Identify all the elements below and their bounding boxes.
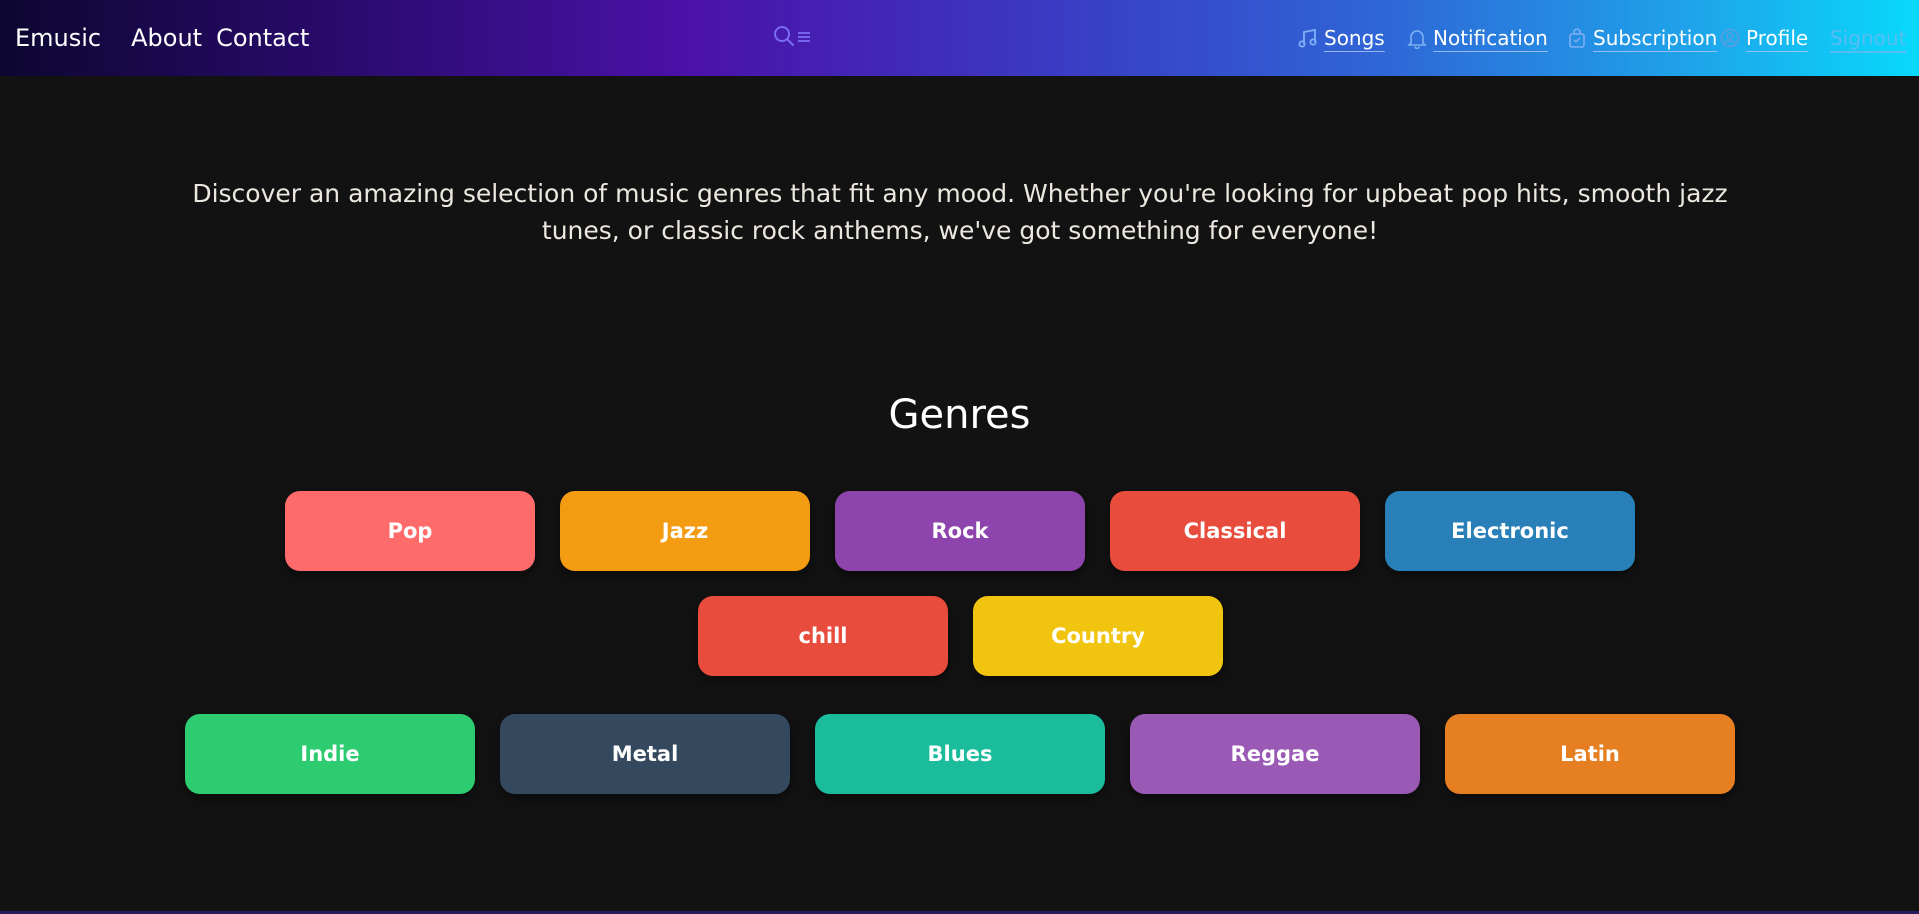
- genre-button-reggae[interactable]: Reggae: [1130, 714, 1420, 794]
- nav-left: Emusic About Contact: [15, 0, 323, 76]
- genre-row-2: chill Country: [0, 596, 1919, 676]
- genre-button-pop[interactable]: Pop: [285, 491, 535, 571]
- genre-button-chill[interactable]: chill: [698, 596, 948, 676]
- genre-button-blues[interactable]: Blues: [815, 714, 1105, 794]
- music-note-icon: [1298, 27, 1318, 49]
- user-circle-icon: [1720, 27, 1740, 49]
- search-menu-toggle[interactable]: [773, 26, 813, 50]
- nav-link-contact[interactable]: Contact: [216, 24, 309, 52]
- nav-profile-label[interactable]: Profile: [1746, 26, 1808, 50]
- search-icon[interactable]: [773, 25, 795, 51]
- genre-button-electronic[interactable]: Electronic: [1385, 491, 1635, 571]
- bell-icon: [1407, 27, 1427, 49]
- genre-button-metal[interactable]: Metal: [500, 714, 790, 794]
- nav-songs-label[interactable]: Songs: [1324, 26, 1385, 50]
- nav-subscription-label[interactable]: Subscription: [1593, 26, 1717, 50]
- nav-link-about[interactable]: About: [131, 24, 202, 52]
- genre-row-1: Pop Jazz Rock Classical Electronic: [0, 491, 1919, 571]
- nav-subscription[interactable]: Subscription: [1567, 0, 1717, 76]
- genre-button-indie[interactable]: Indie: [185, 714, 475, 794]
- brand-logo[interactable]: Emusic: [15, 24, 101, 52]
- genre-row-3: Indie Metal Blues Reggae Latin: [0, 714, 1919, 794]
- top-navbar: Emusic About Contact Songs Notification …: [0, 0, 1919, 76]
- nav-notification-label[interactable]: Notification: [1433, 26, 1548, 50]
- genre-button-jazz[interactable]: Jazz: [560, 491, 810, 571]
- bag-icon: [1567, 27, 1587, 49]
- signout-link[interactable]: Signout: [1830, 0, 1906, 76]
- genre-button-country[interactable]: Country: [973, 596, 1223, 676]
- nav-notification[interactable]: Notification: [1407, 0, 1548, 76]
- genres-title: Genres: [888, 392, 1031, 438]
- genre-button-rock[interactable]: Rock: [835, 491, 1085, 571]
- genre-button-classical[interactable]: Classical: [1110, 491, 1360, 571]
- intro-text: Discover an amazing selection of music g…: [192, 179, 1728, 245]
- menu-icon[interactable]: [797, 29, 811, 48]
- genre-button-latin[interactable]: Latin: [1445, 714, 1735, 794]
- nav-songs[interactable]: Songs: [1298, 0, 1385, 76]
- nav-profile[interactable]: Profile: [1720, 0, 1808, 76]
